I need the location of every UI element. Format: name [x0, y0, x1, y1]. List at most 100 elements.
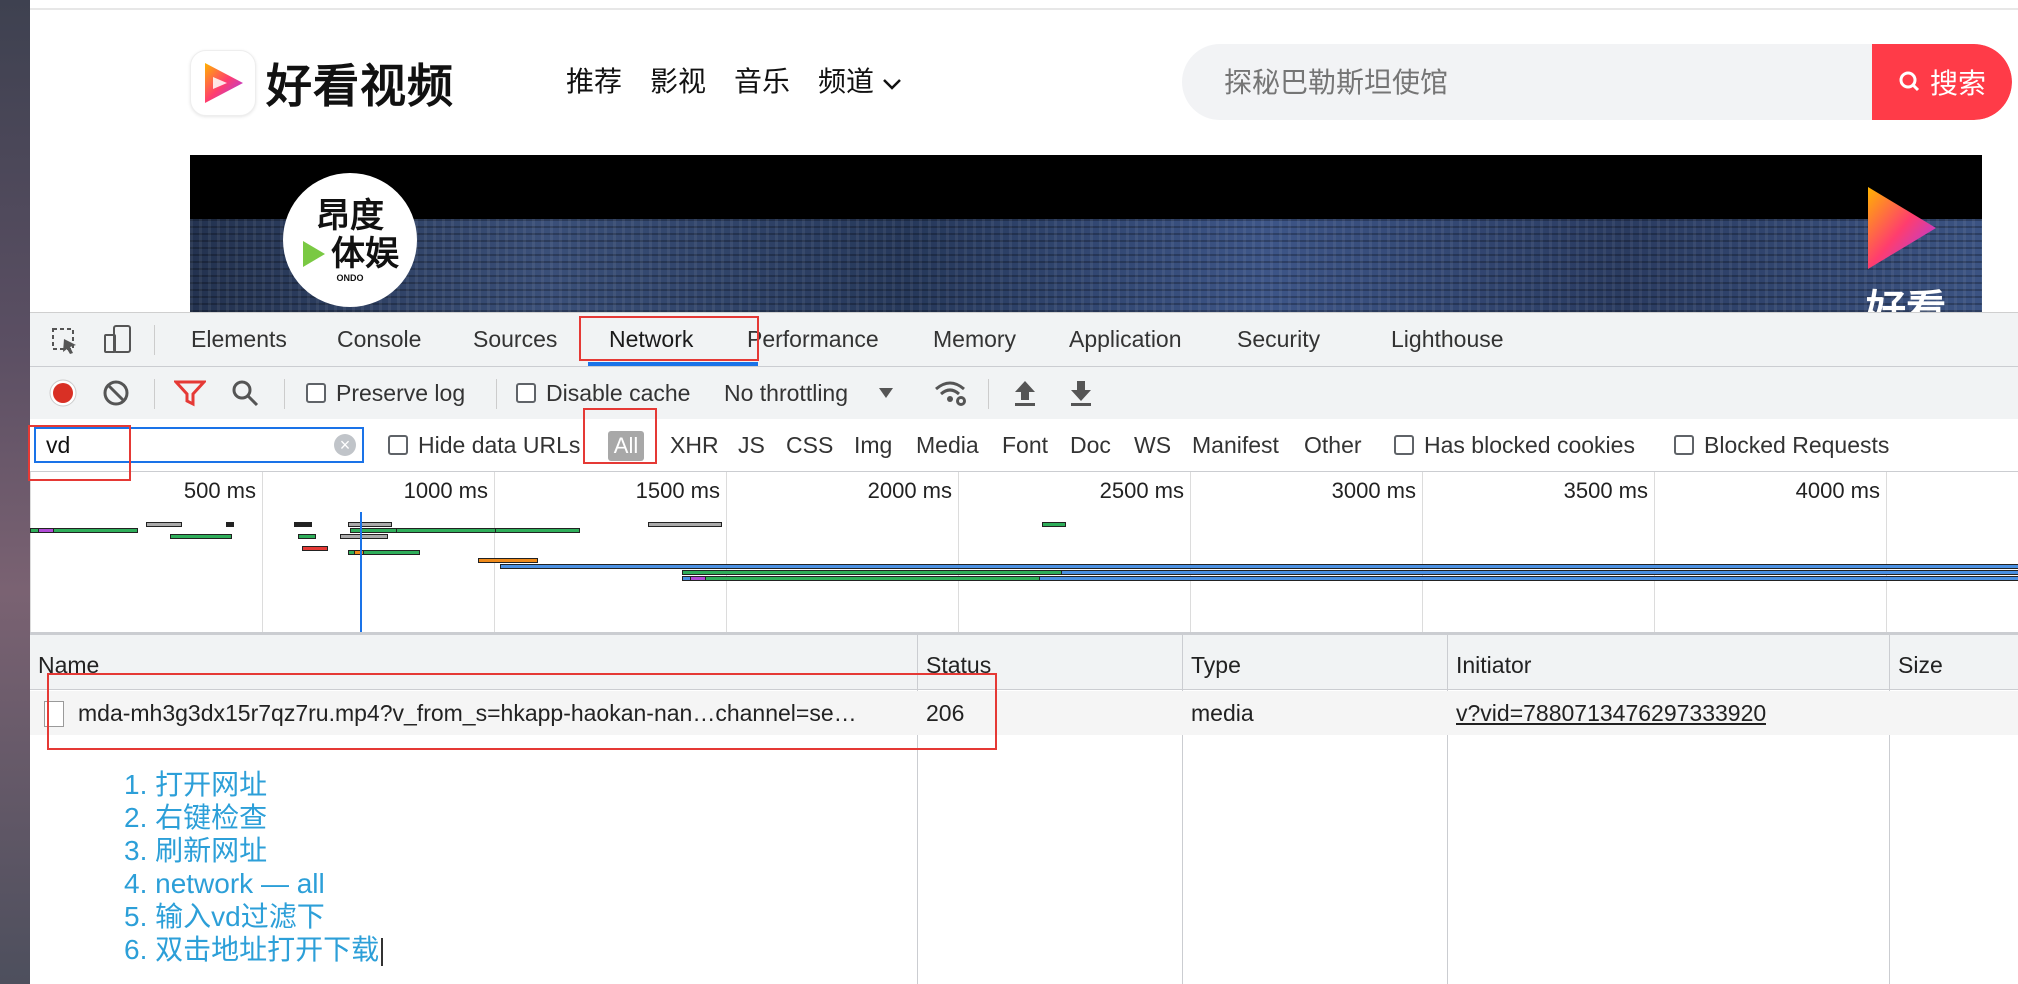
disable-cache-label: Disable cache — [546, 379, 691, 406]
dom-content-loaded-marker — [360, 512, 362, 632]
checkbox[interactable] — [1394, 435, 1414, 455]
video-watermark-icon — [1860, 183, 1942, 278]
tab-memory[interactable]: Memory — [933, 313, 1016, 366]
column-header-initiator[interactable]: Initiator — [1448, 635, 1890, 690]
clear-button[interactable] — [102, 367, 130, 419]
column-header-type[interactable]: Type — [1183, 635, 1448, 690]
search-icon — [232, 380, 259, 407]
network-conditions-button[interactable] — [934, 367, 968, 419]
note-step-1: 1. 打开网址 — [124, 769, 268, 800]
waterfall-bar — [226, 522, 234, 527]
note-step-5: 5. 输入vd过滤下 — [124, 901, 325, 932]
has-blocked-cookies-checkbox[interactable]: Has blocked cookies — [1394, 419, 1635, 471]
nav-item-recommend[interactable]: 推荐 — [552, 60, 636, 104]
waterfall-bar — [682, 570, 1062, 575]
waterfall-bar — [500, 564, 2018, 569]
timeline-gridline — [1654, 472, 1655, 632]
throttling-select[interactable]: No throttling — [724, 367, 894, 419]
toolbar-separator — [988, 379, 989, 409]
import-har-button[interactable] — [1012, 367, 1038, 419]
hide-data-urls-checkbox[interactable]: Hide data URLs — [388, 419, 580, 471]
search-button[interactable]: 搜索 — [1872, 44, 2012, 120]
toolbar-separator — [496, 379, 497, 409]
timeline-tick-label: 500 ms — [183, 478, 256, 503]
checkbox[interactable] — [516, 383, 536, 403]
tab-elements[interactable]: Elements — [191, 313, 287, 366]
request-type: media — [1191, 700, 1254, 726]
devtools-tabbar: Elements Console Sources Network Perform… — [30, 313, 2018, 367]
site-logo[interactable]: 好看视频 — [190, 50, 454, 116]
timeline-tick-label: 3000 ms — [1331, 478, 1416, 503]
checkbox[interactable] — [1674, 435, 1694, 455]
instruction-notes: 1. 打开网址 2. 右键检查 3. 刷新网址 4. network — all… — [124, 768, 404, 966]
filter-type-manifest[interactable]: Manifest — [1192, 419, 1279, 471]
waterfall-bar — [690, 576, 706, 581]
network-overview-timeline[interactable]: 500 ms 1000 ms 1500 ms 2000 ms 2500 ms 3… — [30, 472, 2018, 635]
channel-badge-small: ONDO — [336, 273, 364, 283]
checkbox[interactable] — [388, 435, 408, 455]
filter-type-img[interactable]: Img — [854, 419, 892, 471]
tab-performance[interactable]: Performance — [747, 313, 879, 366]
checkbox[interactable] — [306, 383, 326, 403]
record-button[interactable] — [48, 367, 78, 419]
nav-item-film[interactable]: 影视 — [636, 60, 720, 104]
timeline-tick-label: 1000 ms — [403, 478, 488, 503]
video-frame — [190, 219, 1982, 312]
nav-item-channel[interactable]: 频道 — [804, 60, 916, 104]
filter-toggle-button[interactable] — [174, 367, 206, 419]
tab-separator — [154, 325, 155, 355]
tab-console[interactable]: Console — [337, 313, 421, 366]
tab-application[interactable]: Application — [1069, 313, 1182, 366]
clear-filter-icon[interactable]: × — [334, 434, 356, 456]
timeline-gridline — [726, 472, 727, 632]
waterfall-bar — [298, 534, 316, 539]
dropdown-arrow-icon — [879, 388, 894, 398]
blocked-requests-checkbox[interactable]: Blocked Requests — [1674, 419, 1889, 471]
filter-type-xhr[interactable]: XHR — [670, 419, 719, 471]
timeline-tick-label: 2000 ms — [867, 478, 952, 503]
haokan-logo-icon — [190, 50, 256, 116]
timeline-gridline — [30, 472, 31, 632]
annotation-box-all-filter — [583, 408, 657, 464]
hide-data-urls-label: Hide data URLs — [418, 432, 581, 458]
tab-security[interactable]: Security — [1237, 313, 1320, 366]
filter-type-js[interactable]: JS — [738, 419, 765, 471]
note-step-2: 2. 右键检查 — [124, 802, 268, 833]
filter-type-css[interactable]: CSS — [786, 419, 833, 471]
export-har-button[interactable] — [1068, 367, 1094, 419]
waterfall-bar — [396, 528, 496, 533]
preserve-log-checkbox[interactable]: Preserve log — [306, 367, 465, 419]
play-icon — [303, 241, 325, 267]
channel-badge-line2-wrap: 体娱 — [301, 235, 399, 273]
wifi-gear-icon — [935, 381, 966, 406]
request-initiator-link[interactable]: v?vid=7880713476297333920 — [1456, 691, 1766, 735]
toolbar-separator — [154, 379, 155, 409]
note-step-4: 4. network — all — [124, 868, 325, 899]
timeline-gridline — [958, 472, 959, 632]
filter-type-media[interactable]: Media — [916, 419, 979, 471]
filter-type-doc[interactable]: Doc — [1070, 419, 1111, 471]
upload-icon — [1015, 381, 1035, 406]
download-icon — [1071, 381, 1091, 406]
tab-sources[interactable]: Sources — [473, 313, 557, 366]
column-header-size[interactable]: Size — [1890, 635, 2018, 690]
filter-type-other[interactable]: Other — [1304, 419, 1362, 471]
waterfall-bar — [302, 546, 328, 551]
column-divider — [1889, 635, 1890, 984]
filter-type-font[interactable]: Font — [1002, 419, 1048, 471]
search-network-button[interactable] — [230, 367, 260, 419]
video-player[interactable]: 昂度 体娱 ONDO 好看 — [190, 155, 1982, 312]
timeline-gridline — [1886, 472, 1887, 632]
active-tab-indicator — [588, 362, 758, 366]
text-cursor — [381, 937, 384, 966]
search-input[interactable] — [1222, 44, 1826, 120]
filter-type-ws[interactable]: WS — [1134, 419, 1171, 471]
column-divider — [1447, 635, 1448, 984]
note-step-3: 3. 刷新网址 — [124, 835, 268, 866]
nav-item-music[interactable]: 音乐 — [720, 60, 804, 104]
search-button-label: 搜索 — [1929, 68, 1986, 99]
channel-avatar[interactable]: 昂度 体娱 ONDO — [283, 173, 417, 307]
channel-badge-line1: 昂度 — [316, 197, 384, 235]
tab-lighthouse[interactable]: Lighthouse — [1391, 313, 1504, 366]
network-filter-bar: vd × Hide data URLs All XHR JS CSS Img M… — [30, 419, 2018, 472]
